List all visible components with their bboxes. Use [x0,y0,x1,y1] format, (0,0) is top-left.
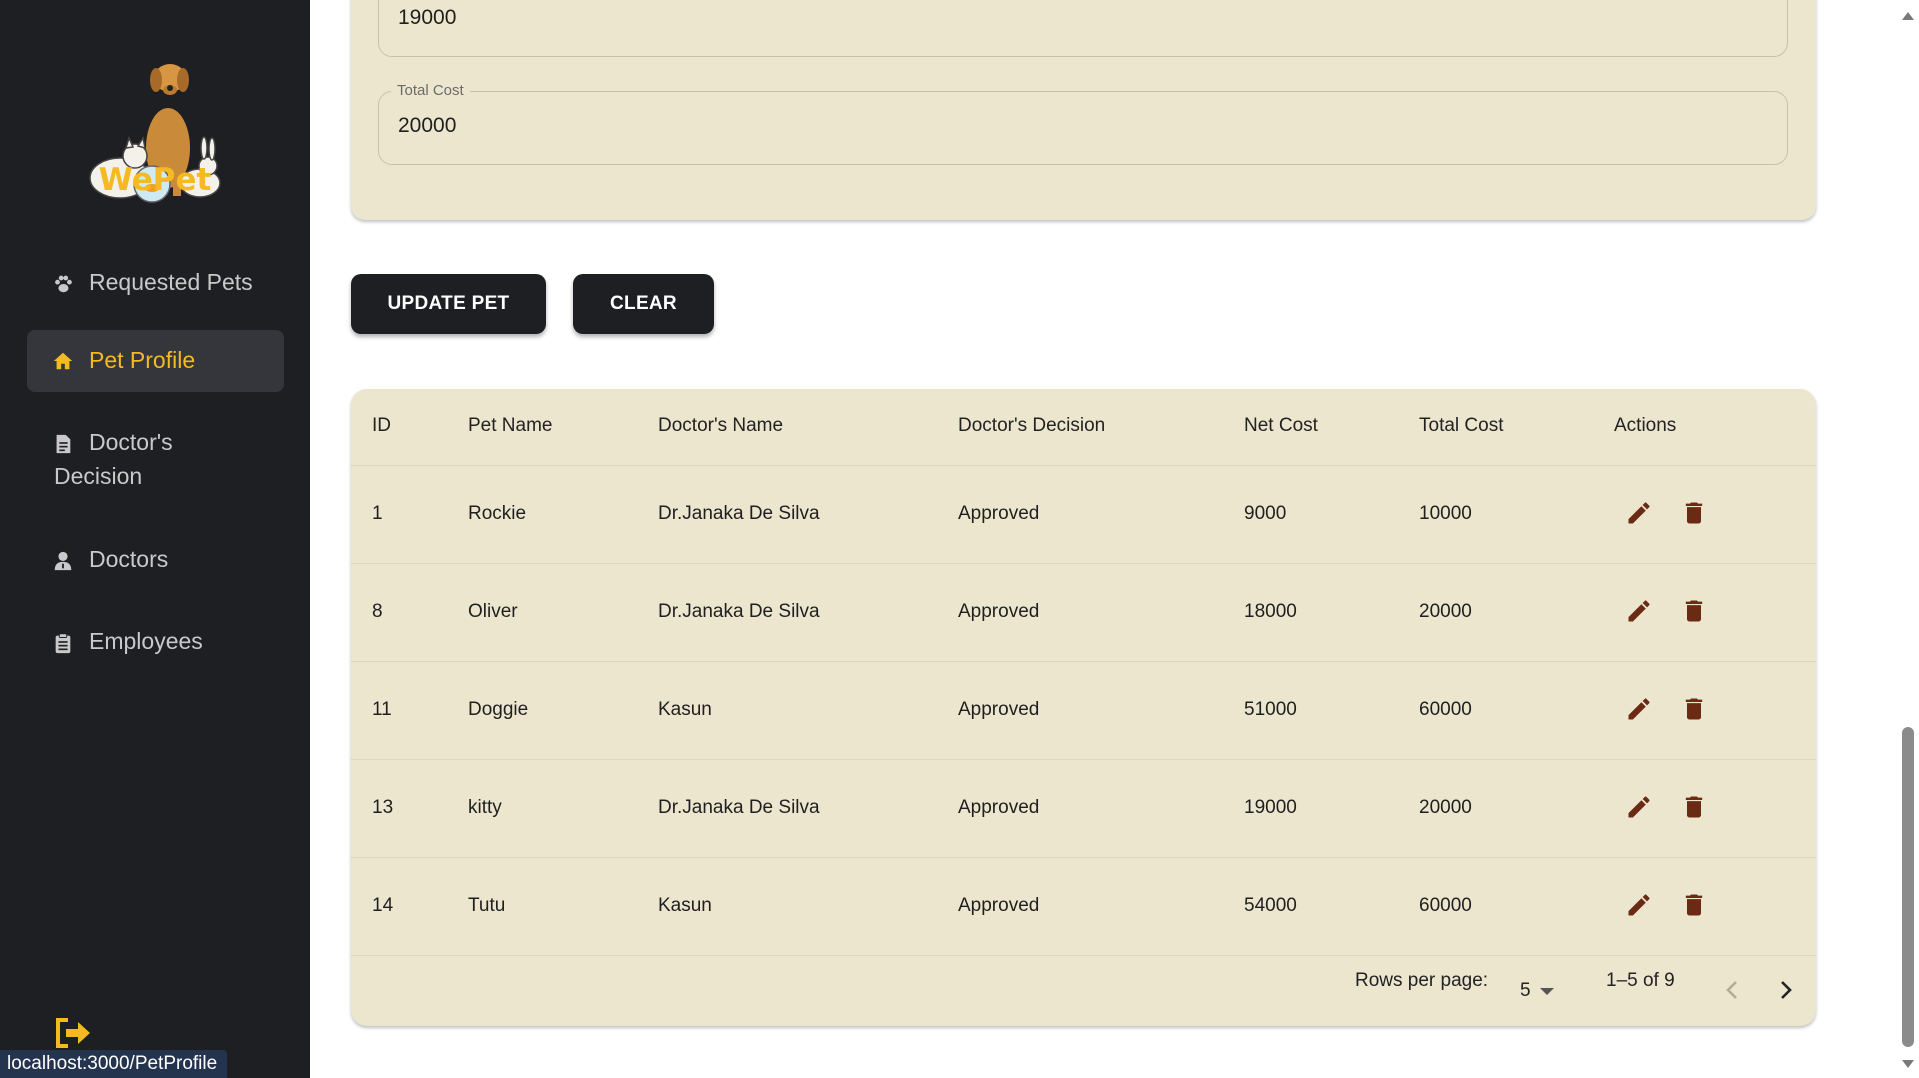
header-actions: Actions [1614,415,1677,436]
cell-pet-name: Oliver [468,601,518,622]
row-divider [351,857,1816,858]
sidebar-item-requested-pets[interactable]: Requested Pets [27,260,284,308]
cell-net-cost: 9000 [1244,503,1287,524]
pets-table [351,389,1816,1026]
scroll-down-icon[interactable] [1900,1058,1916,1070]
header-doctors-name: Doctor's Name [658,415,784,436]
cell-id: 14 [372,895,394,916]
delete-icon[interactable] [1680,793,1708,821]
row-divider [351,563,1816,564]
rows-per-page-label: Rows per page: [1355,970,1489,991]
update-pet-button[interactable]: UPDATE PET [351,274,546,334]
home-icon [53,352,73,370]
edit-icon[interactable] [1625,695,1653,723]
header-total-cost: Total Cost [1419,415,1504,436]
cell-doctor-name: Dr.Janaka De Silva [658,797,820,818]
cell-doctor-name: Kasun [658,699,712,720]
cell-pet-name: Tutu [468,895,506,916]
sidebar-item-label: Doctors [89,546,169,572]
cell-pet-name: Rockie [468,503,527,524]
delete-icon[interactable] [1680,891,1708,919]
edit-icon[interactable] [1625,793,1653,821]
sidebar-item-label: Pet Profile [89,347,196,373]
cell-decision: Approved [958,797,1040,818]
total-cost-value: 20000 [398,114,457,137]
paw-icon [55,275,72,293]
scroll-up-icon[interactable] [1900,10,1916,22]
cell-total-cost: 10000 [1419,503,1472,524]
logout-icon[interactable] [54,1016,94,1050]
total-cost-label: Total Cost [391,82,470,99]
cell-net-cost: 51000 [1244,699,1297,720]
cell-doctor-name: Dr.Janaka De Silva [658,601,820,622]
header-id: ID [372,415,391,436]
rows-per-page-select[interactable]: 5 [1518,978,1562,1006]
cell-doctor-name: Kasun [658,895,712,916]
scrollbar-thumb[interactable] [1902,727,1914,1047]
cell-total-cost: 20000 [1419,601,1472,622]
chevron-down-icon [1540,988,1554,995]
sidebar-item-label: Requested Pets [89,269,253,295]
row-divider [351,759,1816,760]
delete-icon[interactable] [1680,695,1708,723]
status-bar-url: localhost:3000/PetProfile [0,1050,228,1078]
row-divider [351,661,1816,662]
net-cost-field[interactable]: 19000 [378,0,1788,57]
brand-name: WePet [98,162,212,198]
sidebar-item-employees[interactable]: Employees [27,620,284,664]
delete-icon[interactable] [1680,597,1708,625]
row-divider [351,955,1816,956]
cell-doctor-name: Dr.Janaka De Silva [658,503,820,524]
cell-id: 13 [372,797,394,818]
cell-id: 11 [372,699,392,720]
net-cost-value: 19000 [398,6,457,29]
total-cost-field[interactable]: Total Cost 20000 [378,82,1788,165]
cell-id: 8 [372,601,383,622]
sidebar-item-doctors[interactable]: Doctors [27,538,284,582]
header-doctors-decision: Doctor's Decision [958,415,1106,436]
row-divider [351,465,1816,466]
cell-pet-name: kitty [468,797,502,818]
cell-net-cost: 54000 [1244,895,1297,916]
sidebar-item-pet-profile[interactable]: Pet Profile [27,330,284,392]
clear-button[interactable]: CLEAR [573,274,714,334]
chevron-right-icon[interactable] [1777,979,1795,1001]
sidebar: WePet Requested Pets Pet Profile Doctor'… [0,0,310,1078]
sidebar-item-label: Doctor's Decision [54,429,173,489]
cell-total-cost: 20000 [1419,797,1472,818]
rows-per-page-value: 5 [1520,980,1531,1001]
chevron-left-icon[interactable] [1723,979,1741,1001]
header-net-cost: Net Cost [1244,415,1318,436]
delete-icon[interactable] [1680,499,1708,527]
cell-decision: Approved [958,699,1040,720]
cell-net-cost: 18000 [1244,601,1297,622]
clipboard-icon [55,633,71,654]
sidebar-item-doctors-decision[interactable]: Doctor's Decision [27,425,284,501]
cell-decision: Approved [958,503,1040,524]
cell-id: 1 [372,503,383,524]
edit-icon[interactable] [1625,891,1653,919]
sidebar-item-label: Employees [89,628,203,654]
doctor-icon [54,551,72,571]
cell-total-cost: 60000 [1419,895,1472,916]
header-pet-name: Pet Name [468,415,553,436]
cell-total-cost: 60000 [1419,699,1472,720]
edit-icon[interactable] [1625,499,1653,527]
pagination-range: 1–5 of 9 [1606,970,1675,991]
cell-pet-name: Doggie [468,699,529,720]
cell-decision: Approved [958,601,1040,622]
cell-decision: Approved [958,895,1040,916]
cell-net-cost: 19000 [1244,797,1297,818]
edit-icon[interactable] [1625,597,1653,625]
